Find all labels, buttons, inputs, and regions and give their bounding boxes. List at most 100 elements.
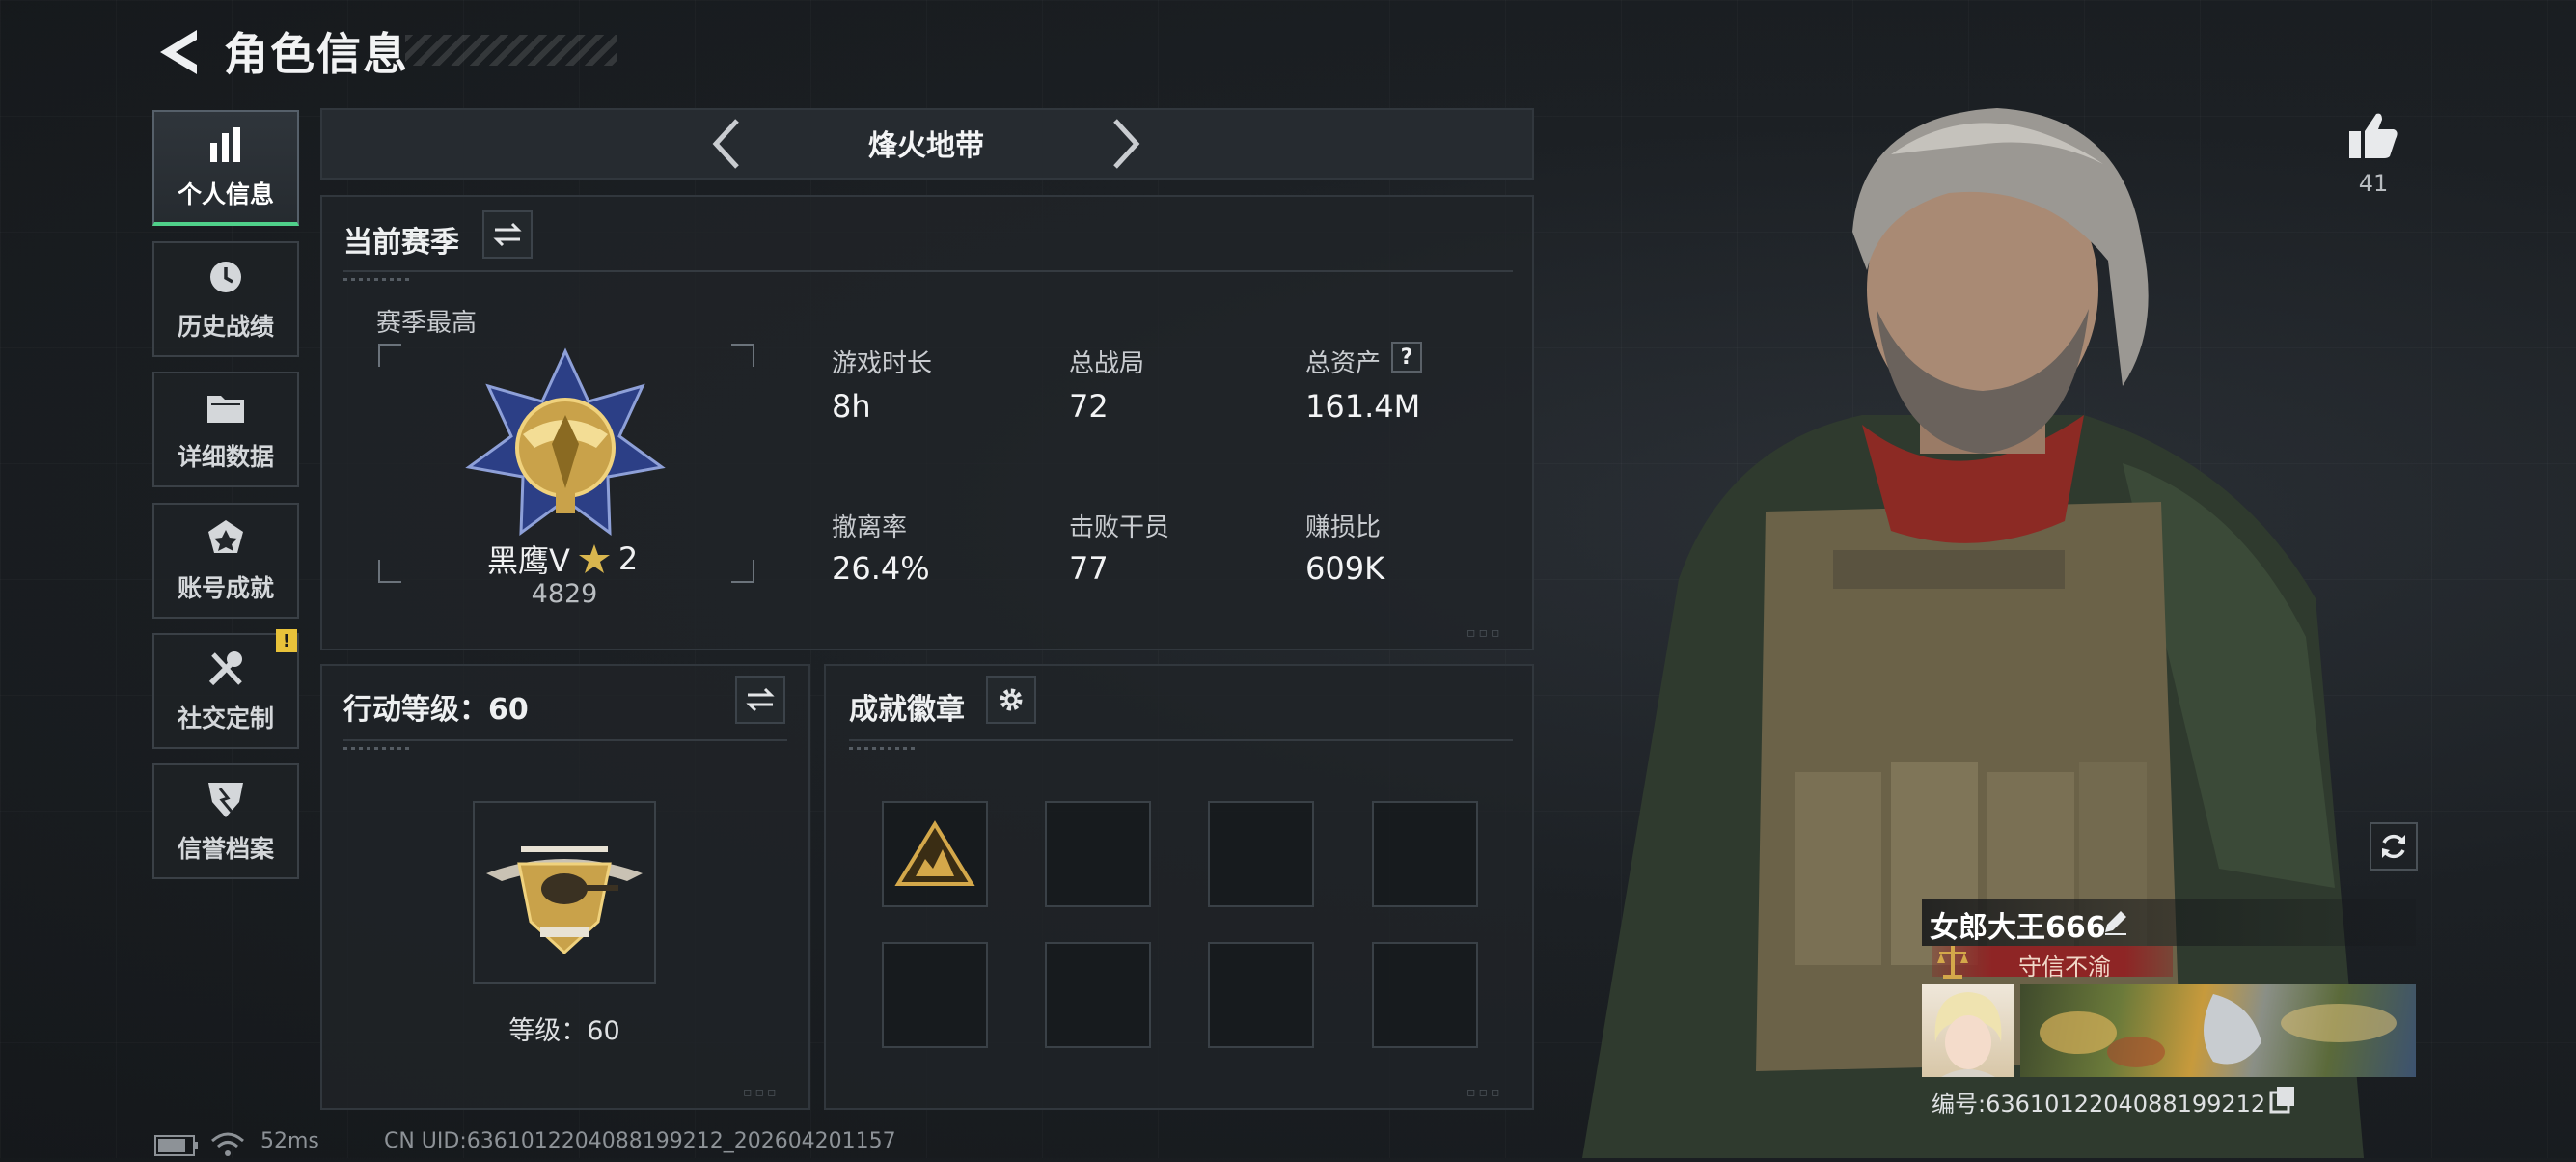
like-count: 41 — [2358, 170, 2389, 197]
sidebar-item-reputation[interactable]: 信誉档案 — [152, 763, 299, 879]
achievement-slot[interactable] — [882, 801, 988, 907]
action-level-switch-button[interactable] — [735, 676, 785, 724]
profile-banner-image[interactable] — [2020, 984, 2416, 1077]
stat-value-total-assets: 161.4M — [1305, 388, 1421, 425]
action-level-text: 等级：60 — [508, 1016, 620, 1046]
back-arrow-icon — [160, 30, 197, 74]
gear-icon — [1000, 688, 1023, 711]
shield-icon — [205, 778, 247, 820]
stat-value-total-matches: 72 — [1069, 388, 1109, 425]
season-best-label: 赛季最高 — [376, 309, 478, 338]
achievement-badge-icon — [894, 820, 975, 886]
achievement-slot[interactable] — [1045, 801, 1151, 907]
stat-label-operators-defeated: 击败干员 — [1069, 513, 1170, 542]
warning-badge: ! — [276, 629, 297, 652]
sidebar-item-label: 账号成就 — [177, 574, 274, 602]
title-decoration — [405, 35, 617, 66]
ping-value: 52ms — [260, 1129, 319, 1153]
corner-decoration: ▫▫▫ — [743, 1085, 780, 1100]
avatar-portrait — [1934, 992, 2002, 1077]
medal-icon — [205, 517, 247, 560]
stat-label-total-matches: 总战局 — [1069, 349, 1145, 378]
clock-icon — [205, 256, 247, 298]
action-level-title: 行动等级：60 — [343, 693, 529, 727]
mode-next-button[interactable] — [1092, 114, 1160, 174]
corner-decoration: ▫▫▫ — [1466, 1085, 1503, 1100]
achievement-title: 成就徽章 — [849, 693, 965, 727]
achievement-slot[interactable] — [1372, 942, 1478, 1048]
stat-label-total-assets: 总资产 — [1305, 349, 1382, 378]
helicopter-badge-icon — [486, 846, 643, 955]
bar-chart-icon — [205, 124, 247, 166]
avatar[interactable] — [1922, 984, 2014, 1077]
divider — [343, 270, 1513, 272]
divider-deco — [343, 747, 411, 750]
stat-value-operators-defeated: 77 — [1069, 550, 1109, 587]
divider-deco — [343, 278, 411, 281]
sidebar-item-personal-info[interactable]: 个人信息 — [152, 110, 299, 226]
stat-label-profit-ratio: 赚损比 — [1305, 513, 1382, 542]
battery-icon — [154, 1135, 199, 1160]
player-name: 女郎大王666 — [1930, 911, 2106, 945]
player-uid: 编号:6361012204088199212 — [1932, 1091, 2266, 1118]
folder-icon — [205, 386, 247, 429]
frame-corner — [731, 560, 754, 583]
copy-uid-button[interactable] — [2269, 1085, 2296, 1114]
sidebar-item-detailed-data[interactable]: 详细数据 — [152, 372, 299, 487]
stat-label-extract-rate: 撤离率 — [832, 513, 908, 542]
stat-value-playtime: 8h — [832, 388, 871, 425]
rank-name: 黑鹰V — [487, 542, 570, 579]
rank-stars: 2 — [617, 540, 639, 577]
honor-title: 守信不渝 — [2018, 954, 2111, 981]
achievement-slot[interactable] — [1208, 801, 1314, 907]
swap-icon — [493, 222, 522, 247]
achievement-slot[interactable] — [1372, 801, 1478, 907]
rotate-model-button[interactable] — [2370, 822, 2418, 871]
chevron-right-icon — [1113, 119, 1140, 169]
rank-emblem-icon — [465, 347, 666, 544]
stat-value-profit-ratio: 609K — [1305, 550, 1385, 587]
frame-corner — [378, 560, 401, 583]
copy-icon — [2269, 1087, 2294, 1114]
achievement-slot[interactable] — [882, 942, 988, 1048]
edit-name-button[interactable] — [2101, 907, 2130, 936]
action-level-badge-frame — [473, 801, 656, 984]
corner-decoration: ▫▫▫ — [1466, 625, 1503, 641]
achievement-slot[interactable] — [1208, 942, 1314, 1048]
stat-label-playtime: 游戏时长 — [832, 349, 933, 378]
sidebar-item-match-history[interactable]: 历史战绩 — [152, 241, 299, 357]
frame-corner — [378, 344, 401, 367]
thumbs-up-icon — [2349, 113, 2398, 158]
banner-artwork — [2040, 994, 2397, 1067]
footer-uid: CN UID:6361012204088199212_202604201157 — [384, 1129, 896, 1153]
sidebar-item-label: 详细数据 — [177, 443, 274, 471]
mode-title: 烽火地带 — [868, 129, 984, 163]
star-icon — [578, 544, 610, 573]
tools-icon — [205, 648, 247, 690]
scales-icon — [1933, 942, 1972, 984]
sidebar-item-label: 个人信息 — [177, 180, 274, 208]
achievement-settings-button[interactable] — [986, 676, 1036, 724]
like-button[interactable] — [2344, 106, 2402, 164]
divider — [343, 739, 787, 741]
season-title: 当前赛季 — [343, 226, 459, 260]
help-button[interactable]: ? — [1391, 342, 1422, 373]
season-switch-button[interactable] — [482, 210, 533, 259]
sidebar-item-achievements[interactable]: 账号成就 — [152, 503, 299, 619]
rank-name-row: 黑鹰V 2 — [487, 537, 638, 581]
sidebar-item-label: 历史战绩 — [177, 313, 274, 341]
divider — [849, 739, 1513, 741]
sidebar-item-label: 信誉档案 — [177, 835, 274, 863]
sidebar-item-label: 社交定制 — [177, 705, 274, 733]
back-button[interactable] — [145, 21, 212, 83]
frame-corner — [731, 344, 754, 367]
achievement-slot[interactable] — [1045, 942, 1151, 1048]
swap-icon — [746, 687, 775, 712]
rank-score: 4829 — [531, 579, 598, 609]
stat-value-extract-rate: 26.4% — [832, 550, 930, 587]
pencil-icon — [2105, 911, 2126, 935]
page-title: 角色信息 — [224, 28, 409, 80]
refresh-icon — [2382, 834, 2405, 859]
divider-deco — [849, 747, 917, 750]
wifi-icon — [210, 1131, 245, 1162]
